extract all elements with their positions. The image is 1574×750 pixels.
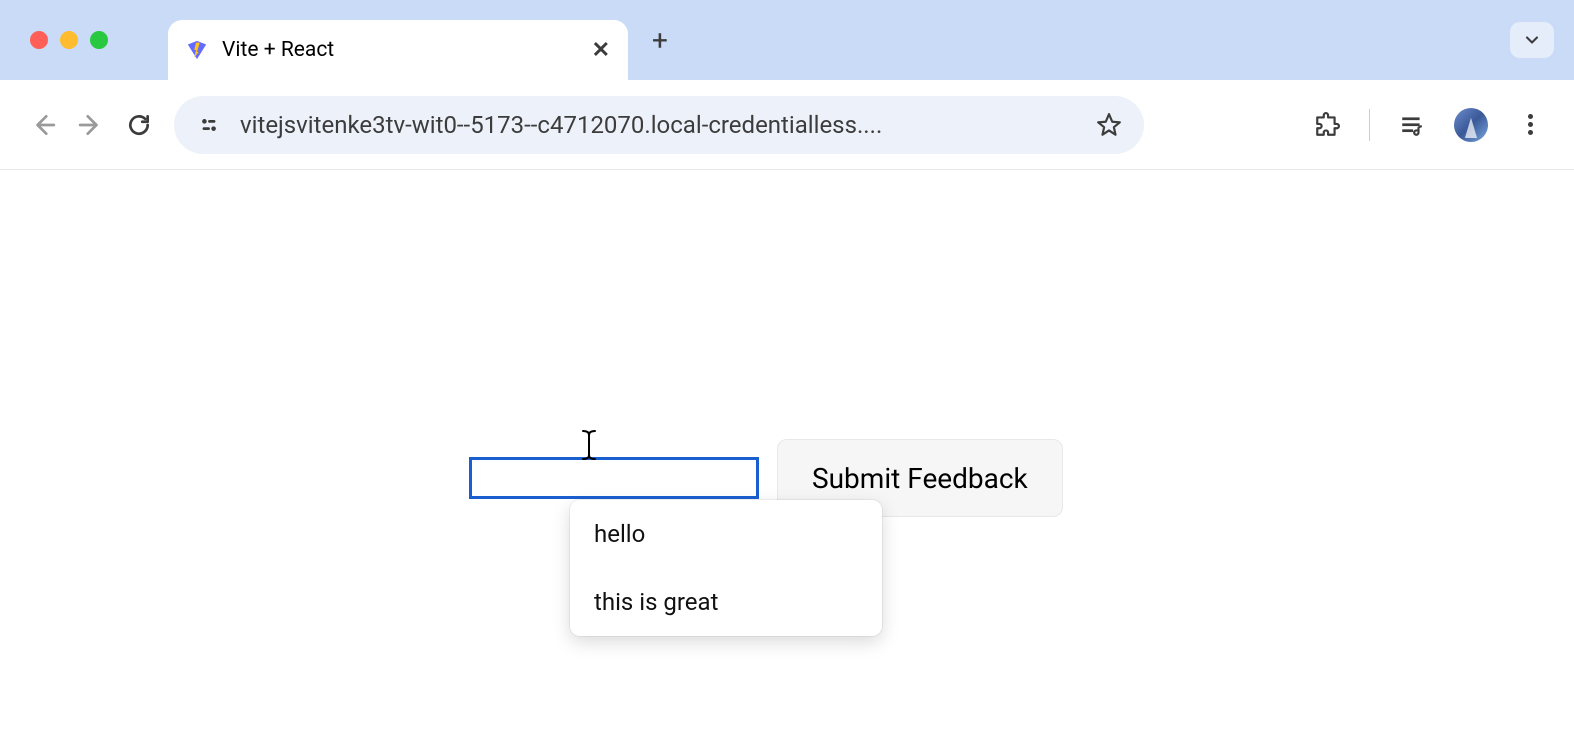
window-close-button[interactable] xyxy=(30,31,48,49)
tab-title: Vite + React xyxy=(222,38,578,62)
reload-button[interactable] xyxy=(126,112,152,138)
new-tab-button[interactable]: + xyxy=(652,27,668,55)
close-tab-icon[interactable]: ✕ xyxy=(592,38,610,63)
browser-toolbar: vitejsvitenke3tv-wit0--5173--c4712070.lo… xyxy=(0,80,1574,170)
forward-button[interactable] xyxy=(78,112,104,138)
vite-favicon-icon xyxy=(186,39,208,61)
url-text: vitejsvitenke3tv-wit0--5173--c4712070.lo… xyxy=(240,111,1078,139)
toolbar-right xyxy=(1313,108,1544,142)
browser-tab-strip: Vite + React ✕ + xyxy=(0,0,1574,80)
back-button[interactable] xyxy=(30,112,56,138)
feedback-input[interactable] xyxy=(469,457,759,499)
window-maximize-button[interactable] xyxy=(90,31,108,49)
profile-avatar[interactable] xyxy=(1454,108,1488,142)
browser-tab[interactable]: Vite + React ✕ xyxy=(168,20,628,80)
media-playlist-icon[interactable] xyxy=(1398,111,1426,139)
window-controls xyxy=(30,31,108,49)
toolbar-divider xyxy=(1369,109,1370,141)
tab-search-button[interactable] xyxy=(1510,22,1554,58)
address-bar[interactable]: vitejsvitenke3tv-wit0--5173--c4712070.lo… xyxy=(174,96,1144,154)
autocomplete-option[interactable]: hello xyxy=(570,500,882,568)
autocomplete-dropdown: hello this is great xyxy=(570,500,882,636)
page-content: Submit Feedback hello this is great xyxy=(0,170,1574,750)
extensions-icon[interactable] xyxy=(1313,111,1341,139)
bookmark-star-icon[interactable] xyxy=(1096,112,1122,138)
site-settings-icon[interactable] xyxy=(196,112,222,138)
window-minimize-button[interactable] xyxy=(60,31,78,49)
autocomplete-option[interactable]: this is great xyxy=(570,568,882,636)
browser-menu-icon[interactable] xyxy=(1516,111,1544,139)
